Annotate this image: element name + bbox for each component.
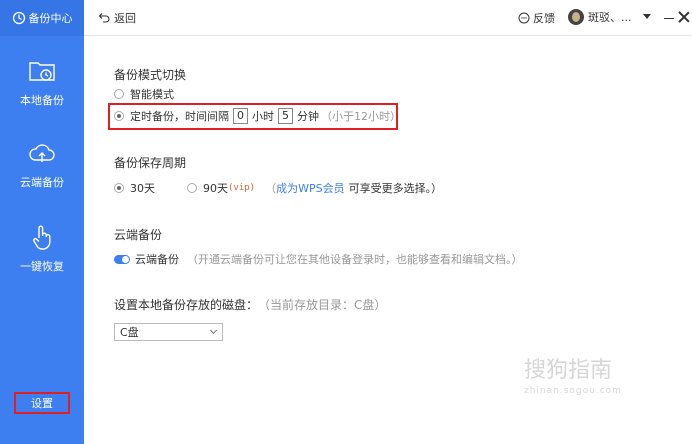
feedback-icon — [518, 12, 530, 24]
feedback-label: 反馈 — [533, 12, 555, 25]
sidebar: 备份中心 本地备份 云端备份 一键恢复 设置 — [0, 0, 84, 444]
retention-hint-open: （ — [265, 182, 277, 195]
settings-button[interactable]: 设置 — [14, 392, 70, 414]
timed-backup-option[interactable]: 定时备份，时间间隔 0 小时 5 分钟 （小于12小时） — [114, 108, 401, 124]
mode-section-title: 备份模式切换 — [114, 68, 187, 82]
smart-mode-radio[interactable] — [114, 89, 124, 99]
cloud-backup-hint: （开通云端备份可让您在其他设备登录时，也能够查看和编辑文档。） — [187, 253, 523, 266]
watermark-text: 搜狗指南 — [524, 358, 613, 383]
back-label: 返回 — [114, 12, 136, 25]
disk-section-title: 设置本地备份存放的磁盘： （当前存放目录：C盘） — [114, 296, 386, 313]
sidebar-item-restore[interactable]: 一键恢复 — [0, 222, 84, 274]
sidebar-item-local-backup[interactable]: 本地备份 — [0, 56, 84, 108]
back-button[interactable]: 返回 — [98, 10, 136, 26]
disk-title: 设置本地备份存放的磁盘： — [114, 298, 259, 312]
retention-30-radio[interactable] — [114, 183, 124, 193]
feedback-button[interactable]: 反馈 — [518, 10, 555, 26]
cloud-backup-label: 云端备份 — [135, 253, 179, 266]
avatar — [568, 9, 584, 25]
cloud-upload-icon — [29, 144, 55, 162]
sidebar-item-cloud-backup[interactable]: 云端备份 — [0, 138, 84, 190]
interval-hint: （小于12小时） — [321, 110, 401, 123]
app-title: 备份中心 — [28, 12, 73, 25]
retention-options: 30天 90天 (vip) （ 成为WPS会员 可享受更多选择。） — [114, 180, 442, 196]
retention-hint-suffix: 可享受更多选择。） — [348, 182, 443, 195]
minutes-unit: 分钟 — [297, 110, 319, 123]
minimize-icon[interactable] — [664, 18, 674, 19]
watermark-sub: zhinan.sogou.com — [524, 386, 622, 396]
disk-select[interactable]: C盘 — [114, 323, 223, 341]
dropdown-triangle-icon[interactable] — [643, 14, 651, 19]
timed-backup-radio[interactable] — [114, 111, 124, 121]
user-menu[interactable]: 斑驳、... — [568, 9, 632, 25]
close-icon[interactable] — [678, 11, 690, 23]
user-name: 斑驳、... — [588, 11, 632, 24]
retention-30-label: 30天 — [130, 182, 155, 195]
disk-selected-value: C盘 — [120, 326, 139, 339]
folder-clock-icon — [29, 62, 55, 81]
hand-pointer-icon — [33, 225, 51, 250]
retention-90-label: 90天 — [203, 182, 228, 195]
hours-unit: 小时 — [252, 110, 274, 123]
disk-current-hint: （当前存放目录：C盘） — [258, 298, 387, 312]
retention-90-radio[interactable] — [187, 183, 197, 193]
chevron-down-icon — [209, 326, 218, 335]
top-bar: 返回 反馈 斑驳、... — [84, 0, 692, 36]
hours-input[interactable]: 0 — [233, 108, 248, 124]
timed-backup-label: 定时备份，时间间隔 — [130, 110, 229, 123]
cloud-backup-toggle[interactable] — [114, 254, 130, 264]
vip-tag: (vip) — [228, 183, 256, 193]
sidebar-header: 备份中心 — [0, 0, 84, 36]
cloud-backup-row: 云端备份 （开通云端备份可让您在其他设备登录时，也能够查看和编辑文档。） — [114, 251, 523, 267]
retention-section-title: 备份保存周期 — [114, 156, 187, 170]
sidebar-item-label: 云端备份 — [20, 176, 64, 189]
backup-logo-icon — [12, 11, 25, 25]
sidebar-item-label: 一键恢复 — [20, 260, 64, 273]
sidebar-item-label: 本地备份 — [20, 94, 64, 107]
minutes-input[interactable]: 5 — [278, 108, 293, 124]
watermark: 搜狗指南 zhinan.sogou.com — [524, 352, 684, 412]
smart-mode-option[interactable]: 智能模式 — [114, 86, 174, 102]
become-member-link[interactable]: 成为WPS会员 — [276, 180, 345, 196]
smart-mode-label: 智能模式 — [130, 88, 174, 101]
cloud-section-title: 云端备份 — [114, 228, 163, 242]
back-arrow-icon — [98, 13, 110, 23]
